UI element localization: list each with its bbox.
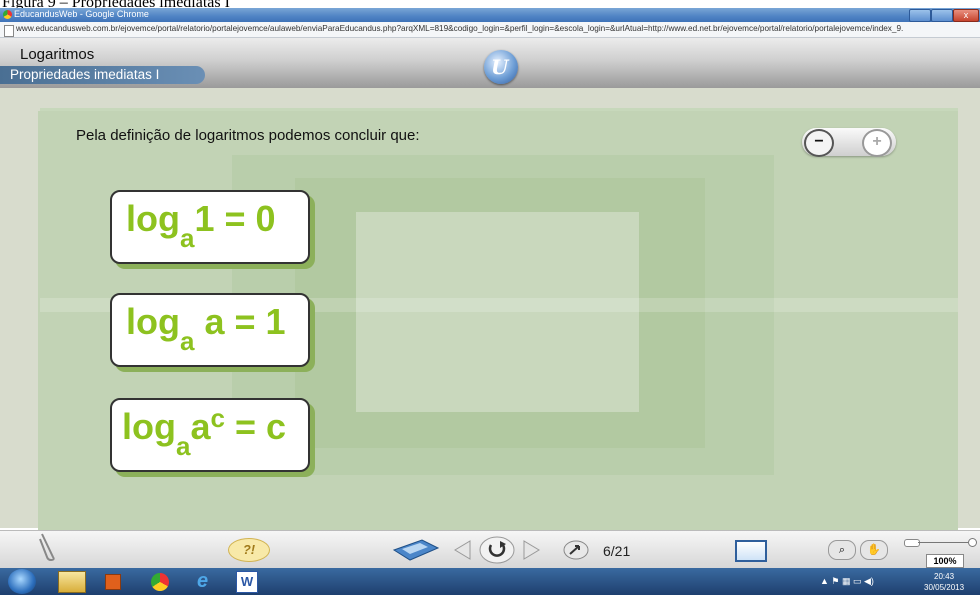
zoom-slider-track <box>918 542 968 543</box>
lesson-title: Logaritmos <box>20 46 95 63</box>
page-icon <box>4 25 14 37</box>
chrome-icon <box>3 10 12 19</box>
zoom-percent: 100% <box>926 554 964 568</box>
lesson-subtitle: Propriedades imediatas I <box>10 67 160 82</box>
page-counter: 6/21 <box>603 543 631 559</box>
formula: logaac = c <box>122 403 287 461</box>
goto-page-icon[interactable] <box>563 540 589 560</box>
increase-text-button[interactable]: + <box>862 129 892 157</box>
media-player-icon[interactable] <box>105 574 121 590</box>
start-button[interactable] <box>8 569 36 594</box>
window-title: EducandusWeb - Google Chrome <box>14 9 149 19</box>
brand-logo: U <box>484 50 518 84</box>
clock-date: 30/05/2013 <box>924 583 965 592</box>
zoom-slider-thumb[interactable] <box>904 539 920 547</box>
decrease-text-button[interactable]: − <box>804 129 834 157</box>
help-icon[interactable]: ?! <box>228 538 270 562</box>
brand-letter: U <box>491 55 509 79</box>
word-icon[interactable]: W <box>236 571 258 593</box>
paperclip-icon[interactable] <box>36 531 58 561</box>
zoom-slider-max[interactable] <box>968 538 977 547</box>
zoom-slider[interactable] <box>904 538 977 547</box>
chrome-taskbar-icon[interactable] <box>151 573 169 591</box>
search-icon[interactable]: ⌕ <box>828 540 856 560</box>
formula: loga1 = 0 <box>126 198 276 253</box>
system-tray-icons[interactable]: ▲ ⚑ ▦ ▭ ◀) <box>820 576 910 586</box>
clock-time: 20:43 <box>934 572 955 581</box>
maximize-button[interactable] <box>931 9 953 22</box>
reload-icon[interactable] <box>478 535 516 565</box>
formula-card: loga1 = 0 <box>110 190 310 264</box>
file-explorer-icon[interactable] <box>58 571 86 593</box>
calculator-icon[interactable] <box>392 538 440 562</box>
formula: loga a = 1 <box>126 301 286 356</box>
intro-text: Pela definição de logaritmos podemos con… <box>76 127 420 144</box>
decor-square <box>356 212 639 412</box>
previous-page-icon[interactable] <box>452 539 472 561</box>
next-page-icon[interactable] <box>522 539 542 561</box>
minimize-button[interactable] <box>909 9 931 22</box>
internet-explorer-icon[interactable]: e <box>197 571 219 591</box>
close-button[interactable]: x <box>953 9 979 22</box>
url-text[interactable]: www.educandusweb.com.br/ejovemce/portal/… <box>16 24 903 33</box>
pan-icon[interactable]: ✋ <box>860 540 888 560</box>
formula-card: loga a = 1 <box>110 293 310 367</box>
formula-card: logaac = c <box>110 398 310 472</box>
whiteboard-icon[interactable] <box>735 540 767 562</box>
